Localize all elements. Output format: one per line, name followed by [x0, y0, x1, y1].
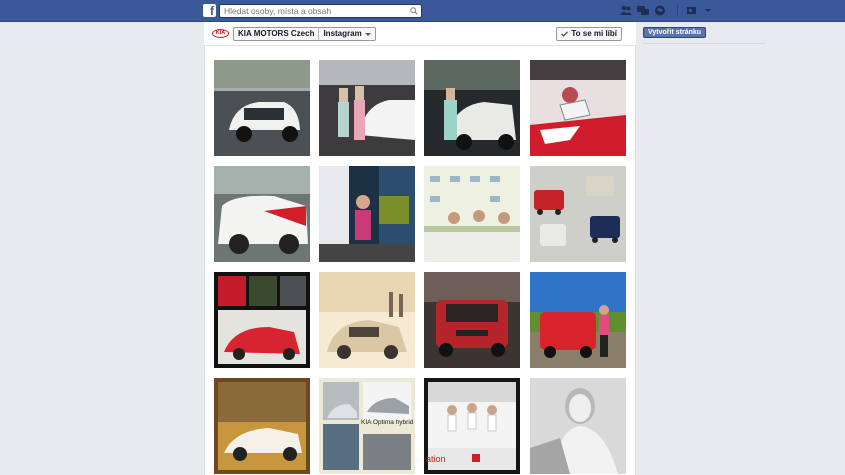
checkmark-icon	[561, 31, 569, 37]
photo-red-kia-soul-front[interactable]	[424, 272, 520, 368]
photo-woman-with-white-car[interactable]	[424, 60, 520, 156]
like-button[interactable]: To se mi líbí	[556, 27, 622, 41]
photo-soul-advert-collage[interactable]	[214, 272, 310, 368]
photo-woman-at-event[interactable]	[319, 166, 415, 262]
messages-icon[interactable]	[637, 5, 649, 16]
notifications-icon[interactable]	[654, 5, 666, 16]
section-label: Instagram	[323, 29, 362, 38]
photo-kia-ceed-windmills[interactable]	[319, 272, 415, 368]
photo-optima-hybrid-collage[interactable]: KIA Optima hybrid	[319, 378, 415, 474]
page-name-link[interactable]: KIA MOTORS Czech	[234, 28, 318, 40]
search-icon[interactable]	[410, 7, 418, 15]
kia-logo[interactable]: KIA	[212, 29, 229, 38]
page-header: KIA KIA MOTORS Czech Instagram To se mi …	[204, 22, 636, 46]
chevron-down-icon	[364, 32, 371, 36]
divider	[677, 5, 678, 17]
section-dropdown[interactable]: Instagram	[319, 28, 374, 40]
facebook-logo-icon[interactable]: f	[203, 4, 216, 17]
photo-kia-sportage-white-garage[interactable]	[214, 60, 310, 156]
photo-press-conference[interactable]	[424, 166, 520, 262]
photo-caption: ation	[426, 454, 446, 464]
photo-kia-soul-collage[interactable]	[530, 166, 626, 262]
photo-hostesses-at-stand[interactable]: ation	[424, 378, 520, 474]
photo-grid: KIA Optima hybrid ation	[214, 60, 626, 475]
like-label: To se mi líbí	[571, 29, 617, 38]
search-input[interactable]: Hledat osoby, místa a obsah	[219, 4, 422, 18]
photo-car-wrap-graphic[interactable]	[530, 60, 626, 156]
top-icons	[620, 5, 713, 17]
photo-white-ceed-sunset[interactable]	[214, 378, 310, 474]
divider	[643, 43, 765, 44]
photo-woman-with-red-soul[interactable]	[530, 272, 626, 368]
search-placeholder: Hledat osoby, místa a obsah	[224, 6, 332, 16]
photo-white-car-side[interactable]	[214, 166, 310, 262]
breadcrumb: KIA MOTORS Czech Instagram	[233, 27, 376, 41]
privacy-icon[interactable]	[686, 5, 698, 16]
photo-couple-with-white-car[interactable]	[319, 60, 415, 156]
top-bar: f Hledat osoby, místa a obsah	[0, 0, 845, 22]
create-page-button[interactable]: Vytvořit stránku	[643, 27, 707, 38]
settings-icon[interactable]	[703, 5, 713, 16]
photo-caption: KIA Optima hybrid	[361, 419, 414, 426]
friend-requests-icon[interactable]	[620, 5, 632, 16]
photo-woman-portrait-bw[interactable]	[530, 378, 626, 474]
